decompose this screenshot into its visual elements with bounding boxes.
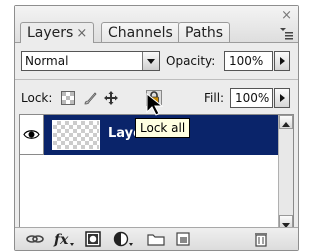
lock-position-icon[interactable] <box>103 90 119 106</box>
blend-mode-select[interactable]: Normal <box>21 51 160 71</box>
opacity-label: Opacity: <box>166 54 216 68</box>
fx-icon[interactable]: fx <box>53 231 75 247</box>
opacity-slider-button[interactable] <box>274 51 290 71</box>
lock-label: Lock: <box>21 91 53 105</box>
lock-image-pixels-icon[interactable] <box>82 90 98 106</box>
tab-layers-label: Layers <box>27 25 74 41</box>
opacity-field[interactable]: 100% <box>224 51 273 71</box>
fill-label: Fill: <box>204 91 225 105</box>
fill-field[interactable]: 100% <box>230 88 273 108</box>
eye-icon <box>23 130 40 139</box>
chevron-up-icon <box>282 122 290 127</box>
tab-channels-label: Channels <box>108 25 173 41</box>
new-group-icon[interactable] <box>147 231 165 247</box>
layer-thumbnail[interactable] <box>52 120 100 150</box>
adjustment-layer-icon[interactable] <box>113 231 135 247</box>
blend-mode-value: Normal <box>25 54 69 68</box>
trash-icon[interactable] <box>253 231 269 247</box>
scroll-up-button[interactable] <box>279 115 293 129</box>
chevron-down-icon[interactable] <box>142 52 159 70</box>
panel-menu-icon[interactable] <box>278 26 294 40</box>
blend-row: Normal Opacity: 100% <box>21 51 293 73</box>
fill-value: 100% <box>235 91 270 105</box>
new-layer-icon[interactable] <box>175 231 191 247</box>
vertical-scrollbar[interactable] <box>278 115 293 229</box>
tab-layers[interactable]: Layers × <box>20 22 95 43</box>
lock-transparent-pixels-icon[interactable] <box>60 90 76 106</box>
tab-close-icon[interactable]: × <box>76 26 87 41</box>
svg-text:fx: fx <box>53 232 69 247</box>
tab-bar: Layers × Channels Paths × <box>15 6 298 43</box>
window-close-icon[interactable]: × <box>281 8 292 23</box>
bottom-toolbar: fx <box>15 227 298 250</box>
tab-channels[interactable]: Channels <box>101 22 180 42</box>
tab-paths[interactable]: Paths <box>178 22 231 42</box>
fill-slider-button[interactable] <box>274 88 290 108</box>
mouse-cursor-icon <box>146 92 164 116</box>
divider <box>15 79 298 80</box>
opacity-value: 100% <box>229 54 264 68</box>
tooltip-text: Lock all <box>140 121 186 135</box>
visibility-toggle[interactable] <box>20 115 44 155</box>
tab-paths-label: Paths <box>185 25 224 41</box>
tooltip: Lock all <box>135 118 191 138</box>
link-layers-icon[interactable] <box>25 231 45 247</box>
layer-mask-icon[interactable] <box>85 231 101 247</box>
